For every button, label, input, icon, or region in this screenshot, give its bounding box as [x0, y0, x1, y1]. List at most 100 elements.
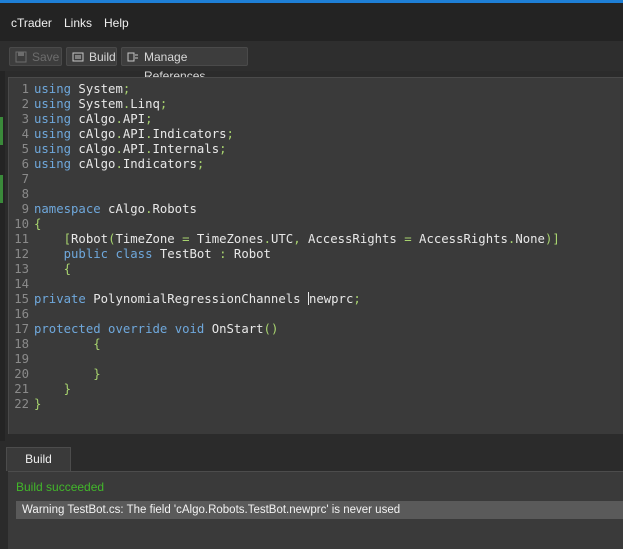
code-token: PolynomialRegressionChannels [85, 292, 308, 306]
code-token: . [115, 157, 123, 171]
line-number: 1 [21, 82, 29, 96]
code-text: protected override void OnStart() [34, 322, 278, 337]
code-token: : [219, 247, 227, 261]
build-button-label: Build [89, 50, 116, 64]
code-token: ; [219, 142, 227, 156]
line-number: 6 [21, 157, 29, 171]
menu-item-links[interactable]: Links [64, 16, 92, 30]
menu-item-ctrader[interactable]: cTrader [11, 16, 52, 30]
line-number: 22 [14, 397, 29, 411]
line-number: 11 [14, 232, 29, 246]
code-token: cAlgo [71, 112, 116, 126]
code-token: AccessRights [411, 232, 508, 246]
line-number: 18 [14, 337, 29, 351]
line-number: 15 [14, 292, 29, 306]
line-number: 17 [14, 322, 29, 336]
code-token: using [34, 127, 72, 141]
code-text: using System.Linq; [34, 97, 167, 112]
code-token: cAlgo [100, 202, 146, 216]
code-token: ; [226, 127, 234, 141]
code-token: using [34, 97, 72, 111]
code-token: } [93, 367, 101, 381]
save-button-label: Save [32, 50, 60, 64]
manage-references-button[interactable]: Manage References [121, 47, 248, 83]
code-token: () [263, 322, 279, 336]
code-token: ; [353, 292, 361, 306]
code-token: class [115, 247, 153, 261]
build-status: Build succeeded [16, 480, 105, 494]
line-number: 5 [21, 142, 29, 156]
code-token: None [515, 232, 545, 246]
code-token: protected [34, 322, 101, 336]
line-number: 7 [21, 172, 29, 186]
code-token: public [63, 247, 109, 261]
code-text: namespace cAlgo.Robots [34, 202, 197, 217]
code-token: { [34, 217, 42, 231]
left-panel-edge [0, 71, 5, 441]
code-text: } [34, 382, 71, 397]
code-token: using [34, 82, 72, 96]
line-number: 4 [21, 127, 29, 141]
code-token: Indicators [122, 157, 197, 171]
code-text: } [34, 367, 101, 382]
code-token: } [34, 397, 42, 411]
code-token: System [71, 97, 123, 111]
code-text: { [34, 262, 71, 277]
code-text: using cAlgo.API; [34, 112, 152, 127]
build-button[interactable]: Build [66, 47, 117, 66]
menu-item-help[interactable]: Help [104, 16, 129, 30]
code-token: System [71, 82, 123, 96]
code-token: ; [159, 97, 168, 111]
code-text: private PolynomialRegressionChannels new… [34, 292, 361, 307]
build-result-panel: Build Result Build succeeded Warning Tes… [0, 441, 623, 549]
code-text: using cAlgo.API.Internals; [34, 142, 227, 157]
line-number: 12 [14, 247, 29, 261]
line-number: 10 [14, 217, 29, 231]
line-number: 20 [14, 367, 29, 381]
code-token: cAlgo [71, 142, 116, 156]
code-token: ; [145, 112, 153, 126]
code-token: API [122, 142, 146, 156]
tab-build-result[interactable]: Build Result [6, 447, 71, 488]
code-text: public class TestBot : Robot [34, 247, 271, 262]
code-token: , [293, 232, 301, 246]
panel-indicator [0, 117, 3, 145]
code-token: namespace [34, 202, 101, 216]
code-token: Robots [152, 202, 197, 216]
code-text: using cAlgo.Indicators; [34, 157, 204, 172]
code-token: . [115, 127, 123, 141]
floppy-disk-icon [15, 51, 27, 63]
code-text: { [34, 217, 41, 232]
code-token: ; [196, 157, 205, 171]
code-token: using [34, 142, 72, 156]
code-token: OnStart [204, 322, 264, 336]
code-token: cAlgo [71, 127, 116, 141]
code-token: = [182, 232, 190, 246]
code-text: { [34, 337, 100, 352]
code-editor[interactable]: 1 using System; 2 using System.Linq; 3 using … [8, 77, 623, 434]
code-token: . [115, 112, 123, 126]
build-output: Build succeeded Warning TestBot.cs: The … [8, 471, 623, 549]
code-token: API [122, 127, 146, 141]
code-text: using System; [34, 82, 130, 97]
line-number: 21 [14, 382, 29, 396]
warning-message[interactable]: Warning TestBot.cs: The field 'cAlgo.Rob… [16, 501, 623, 519]
code-token: void [174, 322, 205, 336]
code-token: private [34, 292, 86, 306]
code-token: [ [63, 232, 72, 246]
save-button[interactable]: Save [9, 47, 62, 66]
code-token: . [115, 142, 123, 156]
line-number: 19 [14, 352, 29, 366]
line-number: 9 [21, 202, 29, 216]
code-token: using [34, 157, 72, 171]
code-token: Robot [226, 247, 271, 261]
code-token: TestBot [152, 247, 220, 261]
code-text: using cAlgo.API.Indicators; [34, 127, 234, 142]
